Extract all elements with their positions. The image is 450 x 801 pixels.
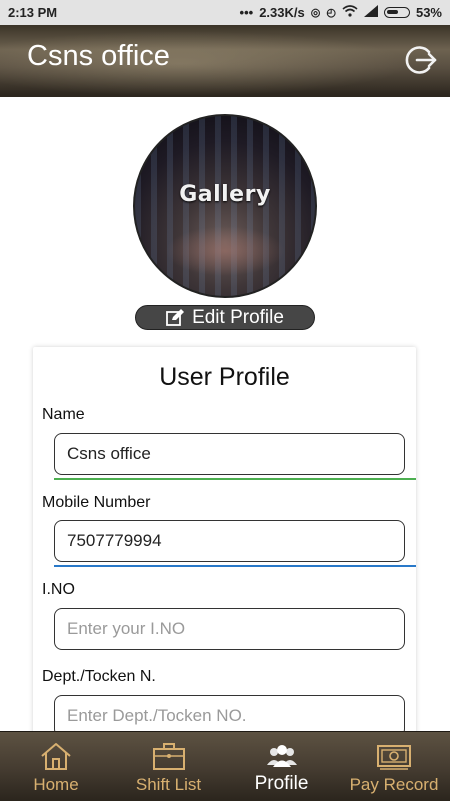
dept-label: Dept./Tocken N.	[42, 668, 156, 685]
mobile-underline	[54, 565, 416, 567]
nav-home[interactable]: Home	[0, 732, 112, 801]
nav-shift-list-label: Shift List	[135, 775, 202, 794]
money-icon	[377, 745, 411, 770]
signal-icon	[363, 5, 378, 20]
header-divider	[0, 95, 450, 97]
status-bar: 2:13 PM ••• 2.33K/s ◎ ◴ 53%	[0, 0, 450, 25]
users-icon	[266, 745, 297, 767]
edit-icon	[166, 308, 185, 326]
avatar-glow	[165, 226, 285, 276]
nav-shift-list[interactable]: Shift List	[112, 732, 225, 801]
user-profile-card: User Profile Name Csns office Mobile Num…	[33, 347, 416, 747]
avatar-label: Gallery	[179, 182, 271, 207]
bottom-nav: Home Shift List Profile Pay Record	[0, 731, 450, 801]
nav-profile-label: Profile	[254, 773, 309, 794]
card-title: User Profile	[159, 363, 290, 391]
nav-profile[interactable]: Profile	[225, 732, 338, 801]
status-right: ••• 2.33K/s ◎ ◴ 53%	[240, 5, 442, 20]
name-underline	[54, 478, 416, 480]
ino-label: I.NO	[42, 581, 75, 598]
nav-pay-record-label: Pay Record	[349, 775, 439, 794]
status-time: 2:13 PM	[8, 5, 58, 20]
header-title: Csns office	[27, 40, 170, 72]
mobile-number-field[interactable]: 7507779994	[54, 520, 405, 562]
sync-icon: ◎	[310, 7, 321, 19]
network-speed: 2.33K/s	[259, 5, 305, 20]
battery-level: 53%	[415, 5, 442, 20]
nav-home-label: Home	[33, 775, 79, 794]
logout-icon[interactable]	[404, 43, 438, 77]
more-dots-icon: •••	[239, 5, 254, 20]
nav-pay-record[interactable]: Pay Record	[338, 732, 450, 801]
briefcase-icon	[152, 743, 185, 770]
profile-avatar[interactable]: Gallery	[133, 114, 317, 298]
mobile-label: Mobile Number	[42, 494, 151, 511]
edit-profile-button[interactable]: Edit Profile	[135, 305, 315, 330]
battery-icon	[383, 7, 410, 18]
edit-profile-label: Edit Profile	[192, 306, 284, 328]
ino-field[interactable]: Enter your I.NO	[54, 608, 405, 650]
home-icon	[41, 743, 71, 770]
wifi-icon	[342, 5, 358, 20]
name-field[interactable]: Csns office	[54, 433, 405, 475]
alarm-icon: ◴	[326, 7, 336, 19]
app-header: Csns office	[0, 25, 450, 95]
name-label: Name	[42, 406, 85, 423]
